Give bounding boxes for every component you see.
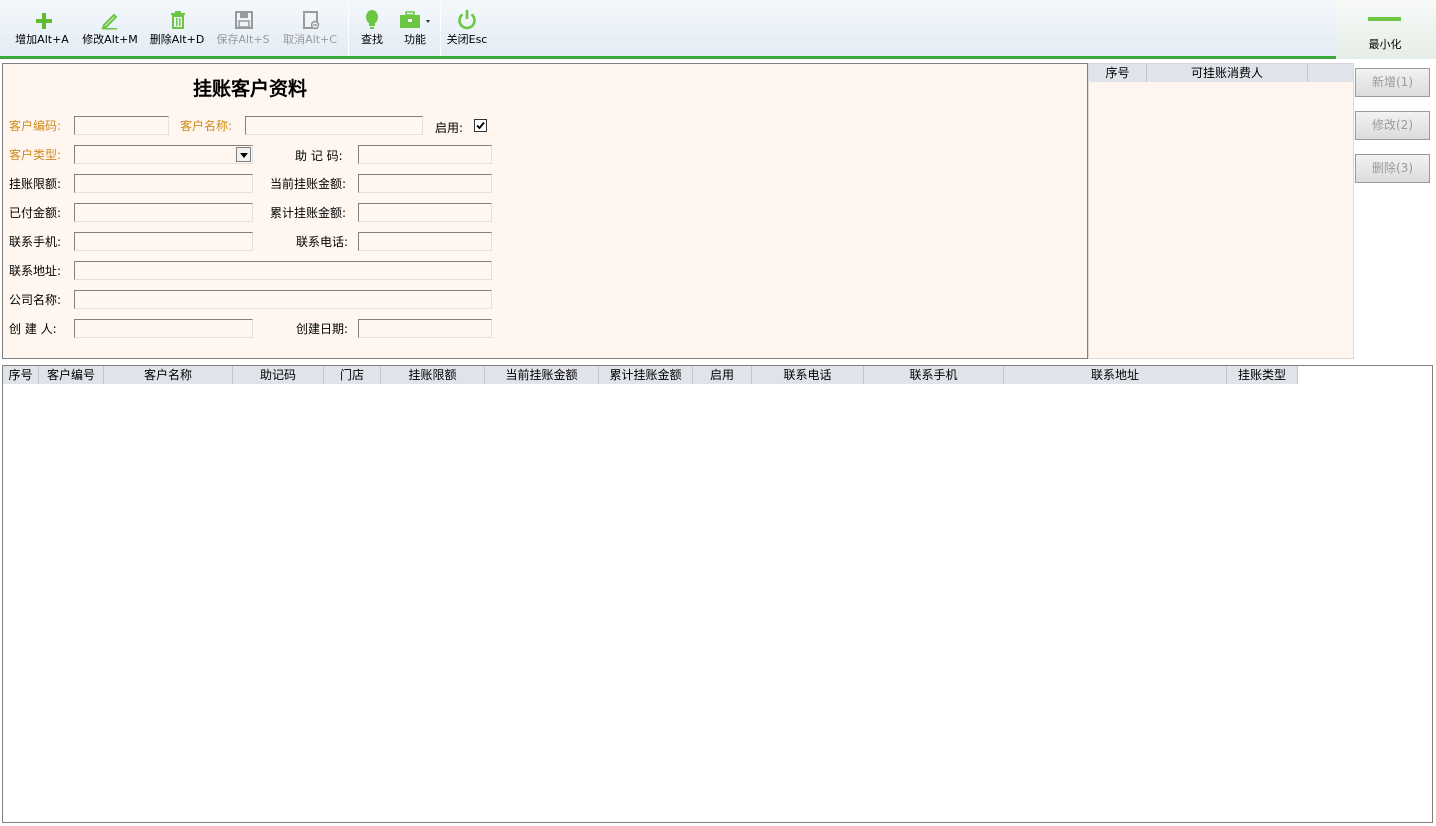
save-button-label: 保存Alt+S (216, 33, 270, 46)
enabled-checkbox[interactable] (474, 119, 487, 132)
current-amount-label: 当前挂账金额: (270, 177, 347, 191)
phone-input[interactable] (358, 232, 492, 251)
column-header[interactable]: 联系手机 (864, 366, 1004, 384)
credit-limit-input[interactable] (74, 174, 253, 193)
delete-consumer-button[interactable]: 删除(3) (1355, 154, 1430, 183)
total-amount-label: 累计挂账金额: (270, 206, 347, 220)
company-input[interactable] (74, 290, 492, 309)
minimize-button[interactable]: 最小化 (1336, 0, 1436, 59)
minimize-label: 最小化 (1368, 38, 1402, 51)
current-amount-input[interactable] (358, 174, 492, 193)
address-input[interactable] (74, 261, 492, 280)
mnemonic-label: 助 记 码: (295, 149, 343, 163)
mnemonic-input[interactable] (358, 145, 492, 164)
edit-button[interactable]: 修改Alt+M (80, 6, 140, 54)
close-button-label: 关闭Esc (446, 33, 488, 46)
consumer-list[interactable]: 序号 可挂账消费人 (1088, 63, 1354, 359)
column-header[interactable]: 助记码 (233, 366, 324, 384)
column-header[interactable]: 当前挂账金额 (485, 366, 599, 384)
create-date-label: 创建日期: (296, 322, 349, 336)
find-button-label: 查找 (361, 33, 383, 46)
add-button[interactable]: 增加Alt+A (12, 6, 72, 54)
creator-label: 创 建 人: (9, 322, 57, 336)
create-date-input[interactable] (358, 319, 492, 338)
customer-grid-header: 序号 客户编号 客户名称 助记码 门店 挂账限额 当前挂账金额 累计挂账金额 启… (3, 366, 1298, 384)
customer-name-input[interactable] (245, 116, 423, 135)
edit-button-label: 修改Alt+M (82, 33, 138, 46)
paid-amount-label: 已付金额: (9, 206, 62, 220)
add-button-label: 增加Alt+A (15, 33, 69, 46)
power-icon (444, 6, 490, 34)
close-button[interactable]: 关闭Esc (444, 6, 490, 54)
pencil-icon (80, 6, 140, 34)
phone-label: 联系电话: (296, 235, 349, 249)
column-header[interactable]: 启用 (693, 366, 752, 384)
column-header[interactable]: 客户编号 (39, 366, 104, 384)
customer-form-panel: 挂账客户资料 客户编码: 客户名称: 启用: 客户类型: 助 记 码: 挂账限额… (2, 63, 1088, 359)
edit-consumer-button[interactable]: 修改(2) (1355, 111, 1430, 140)
save-button[interactable]: 保存Alt+S (213, 6, 273, 54)
plus-icon (12, 6, 72, 34)
column-header[interactable]: 门店 (324, 366, 381, 384)
toolbar: 增加Alt+A 修改Alt+M 删除Alt+D 保存Alt+S 取消Alt+C … (0, 0, 1436, 59)
column-header[interactable]: 序号 (3, 366, 39, 384)
company-label: 公司名称: (9, 293, 62, 307)
column-header[interactable]: 序号 (1089, 64, 1147, 82)
toolbar-separator (440, 4, 441, 56)
customer-grid[interactable]: 序号 客户编号 客户名称 助记码 门店 挂账限额 当前挂账金额 累计挂账金额 启… (2, 365, 1433, 823)
customer-code-label: 客户编码: (9, 119, 62, 133)
minimize-icon (1368, 17, 1401, 21)
consumer-list-header: 序号 可挂账消费人 (1089, 64, 1353, 82)
paid-amount-input[interactable] (74, 203, 253, 222)
chevron-down-icon[interactable] (236, 147, 251, 162)
column-header[interactable]: 客户名称 (104, 366, 233, 384)
functions-button[interactable]: 功能 (396, 6, 434, 54)
mobile-input[interactable] (74, 232, 253, 251)
customer-type-select[interactable] (74, 145, 253, 164)
customer-code-input[interactable] (74, 116, 169, 135)
column-header[interactable]: 挂账限额 (381, 366, 485, 384)
toolbar-separator (348, 4, 349, 56)
column-header[interactable]: 联系地址 (1004, 366, 1227, 384)
credit-limit-label: 挂账限额: (9, 177, 62, 191)
creator-input[interactable] (74, 319, 253, 338)
floppy-disk-icon (213, 6, 273, 34)
customer-name-label: 客户名称: (180, 119, 233, 133)
delete-button-label: 删除Alt+D (149, 33, 205, 46)
lightbulb-icon (354, 6, 390, 34)
cancel-button-label: 取消Alt+C (283, 33, 337, 46)
cancel-doc-icon (280, 6, 340, 34)
customer-type-label: 客户类型: (9, 148, 62, 162)
column-header[interactable]: 可挂账消费人 (1147, 64, 1308, 82)
column-header[interactable]: 联系电话 (752, 366, 864, 384)
checkmark-icon (476, 121, 485, 130)
new-consumer-button[interactable]: 新增(1) (1355, 68, 1430, 97)
find-button[interactable]: 查找 (354, 6, 390, 54)
total-amount-input[interactable] (358, 203, 492, 222)
cancel-button[interactable]: 取消Alt+C (280, 6, 340, 54)
enabled-label: 启用: (435, 121, 464, 135)
address-label: 联系地址: (9, 264, 62, 278)
mobile-label: 联系手机: (9, 235, 62, 249)
delete-button[interactable]: 删除Alt+D (147, 6, 207, 54)
toolbox-icon (396, 6, 434, 34)
form-title: 挂账客户资料 (192, 78, 307, 100)
column-header[interactable]: 累计挂账金额 (599, 366, 693, 384)
functions-button-label: 功能 (404, 33, 426, 46)
column-header[interactable]: 挂账类型 (1227, 366, 1298, 384)
trash-icon (147, 6, 207, 34)
